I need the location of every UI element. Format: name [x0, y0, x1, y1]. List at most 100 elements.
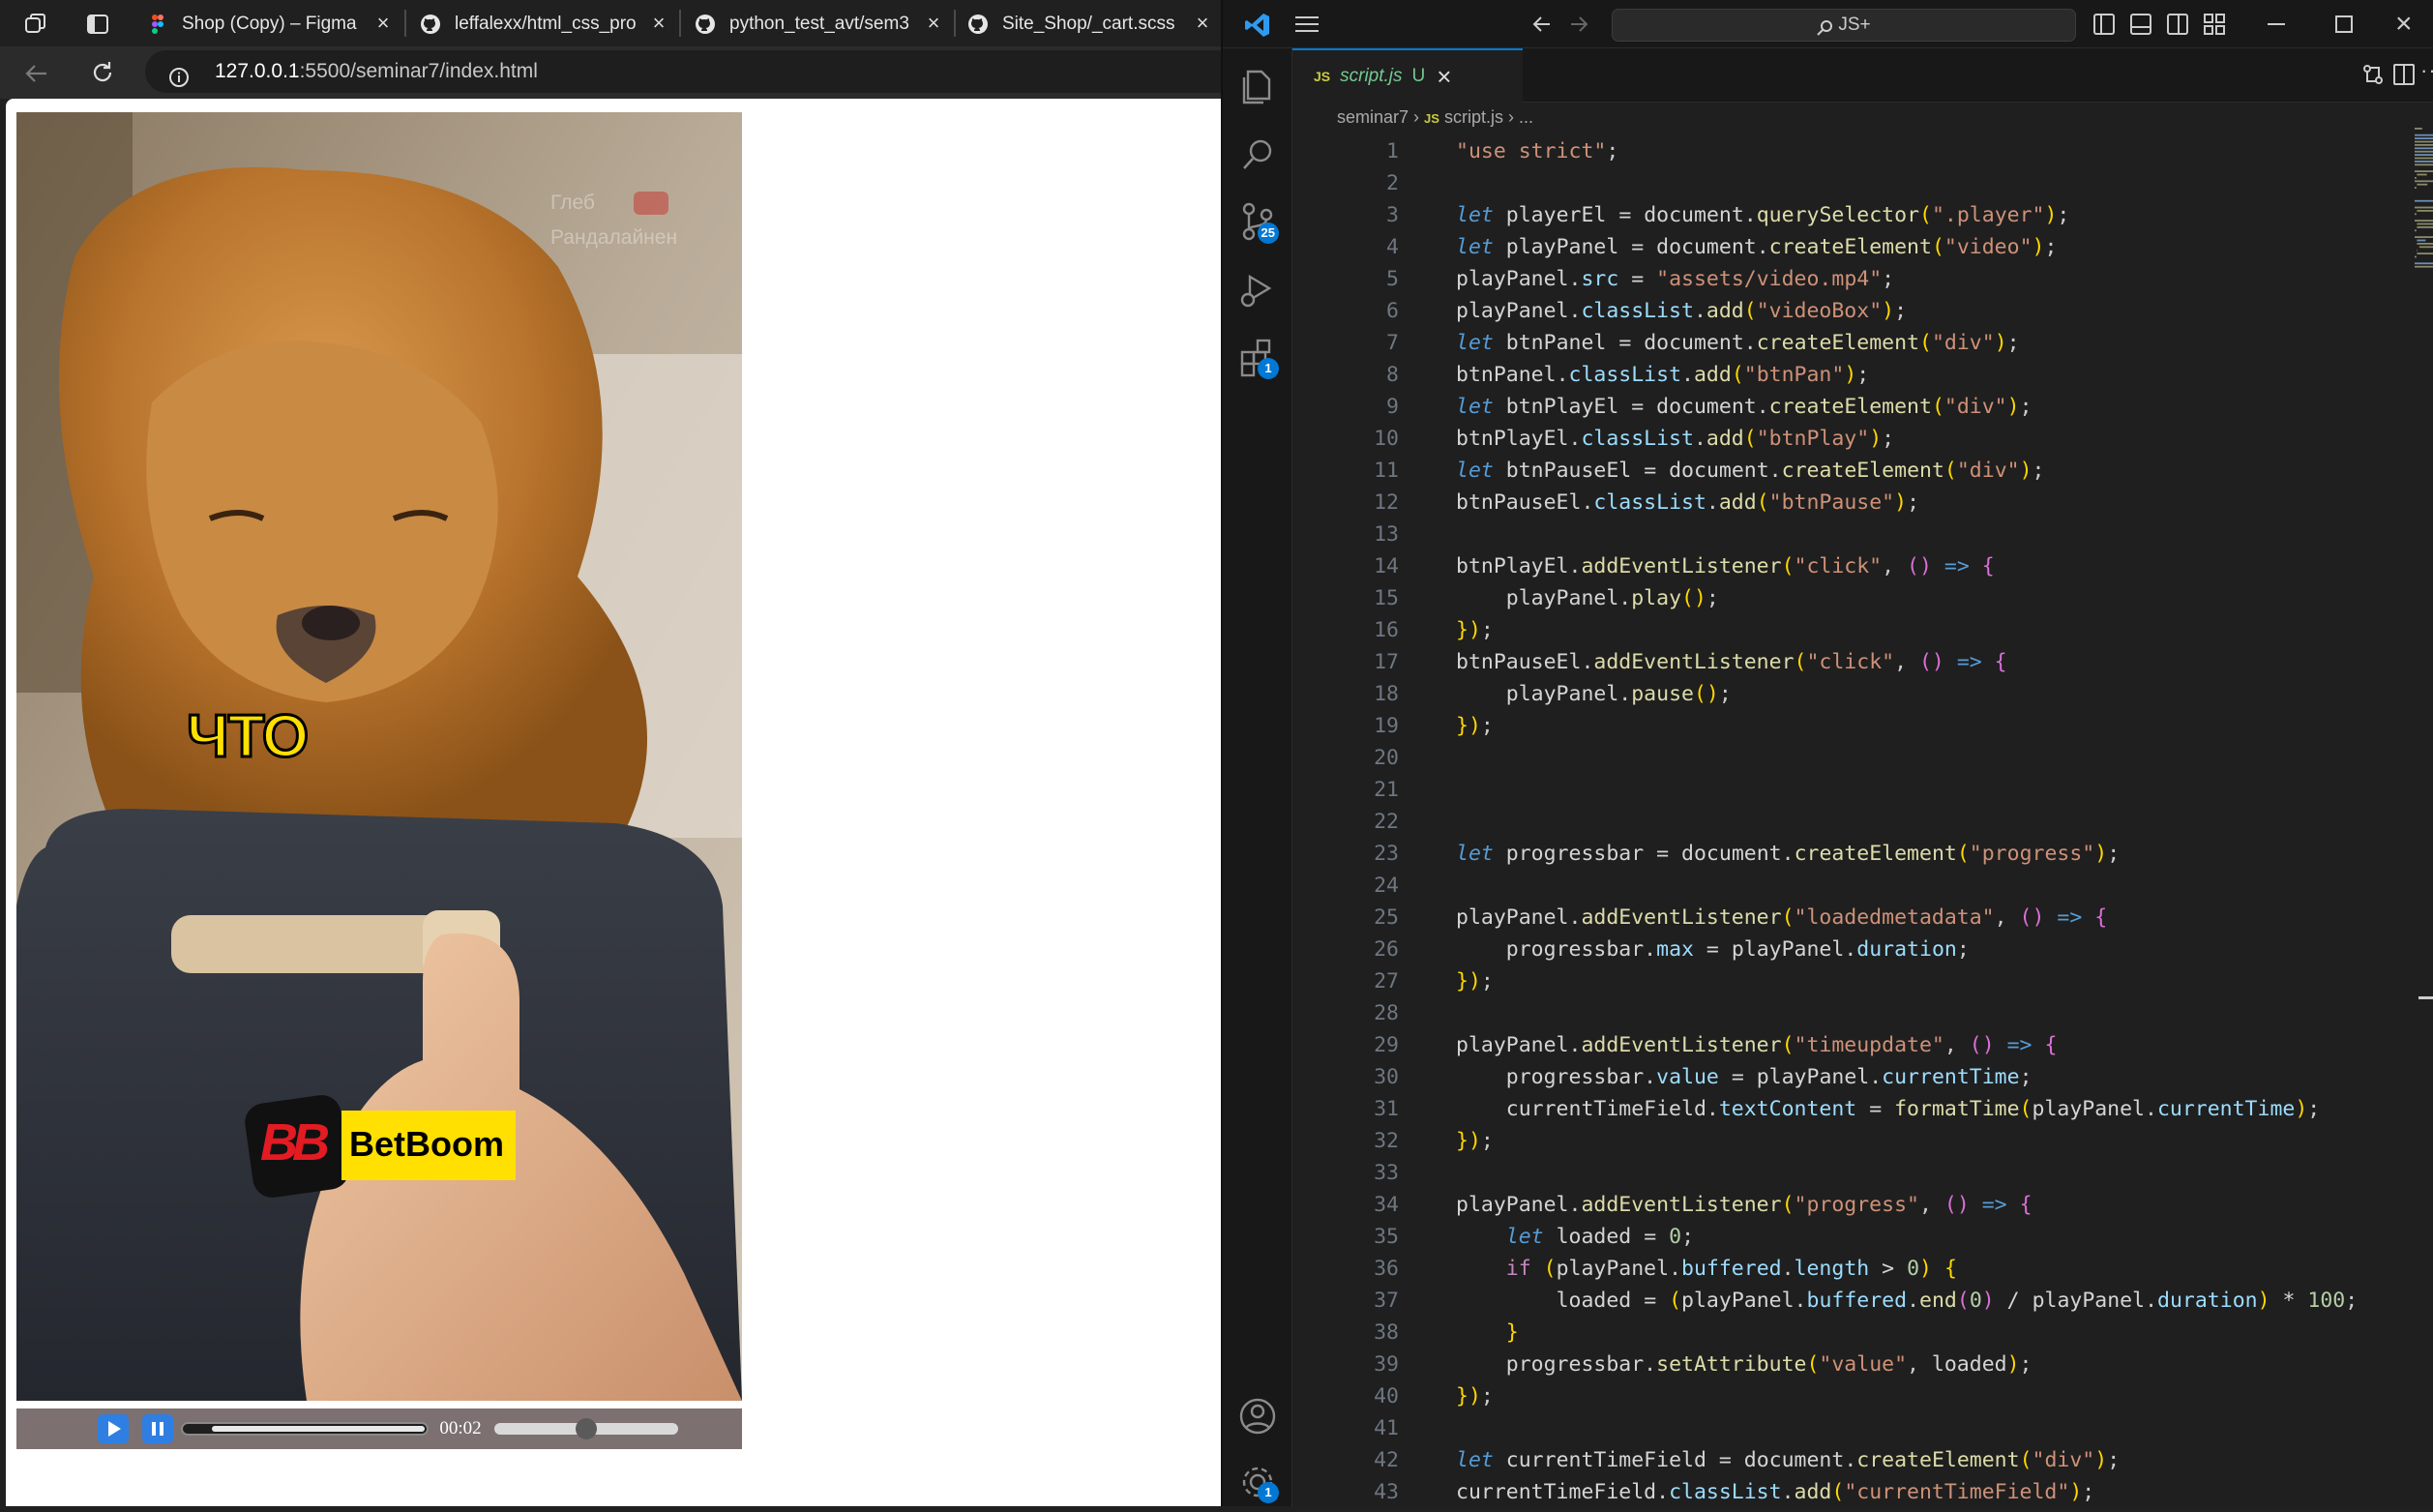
code-line[interactable]: let btnPlayEl = document.createElement("…: [1456, 391, 2032, 423]
channel-watermark: Глеб Рандалайнен: [550, 186, 677, 255]
nav-back-icon[interactable]: [1530, 13, 1554, 36]
tab-actions-icon[interactable]: [85, 12, 110, 37]
vscode-window: JS+ × 25 1 1 JS script.js U × · seminar7…: [1221, 0, 2433, 1506]
breadcrumb-file[interactable]: script.js: [1444, 107, 1503, 127]
breadcrumb-symbols[interactable]: ...: [1519, 107, 1533, 127]
code-line[interactable]: btnPlayEl.addEventListener("click", () =…: [1456, 550, 1995, 582]
line-number: 16: [1374, 618, 1399, 642]
code-line[interactable]: btnPauseEl.classList.add("btnPause");: [1456, 487, 1919, 519]
open-changes-icon[interactable]: [2362, 64, 2384, 85]
tab-script-js[interactable]: JS script.js U ×: [1292, 48, 1523, 103]
close-tab-icon[interactable]: ×: [648, 13, 669, 34]
minimap-line: [2417, 243, 2433, 245]
code-line[interactable]: let progressbar = document.createElement…: [1456, 838, 2120, 870]
pause-button[interactable]: [142, 1414, 173, 1443]
accounts-icon[interactable]: [1232, 1391, 1283, 1441]
line-number: 31: [1374, 1097, 1399, 1121]
reload-icon[interactable]: [89, 59, 116, 86]
nav-forward-icon[interactable]: [1567, 13, 1590, 36]
code-line[interactable]: playPanel.addEventListener("progress", (…: [1456, 1189, 2032, 1221]
code-line[interactable]: currentTimeField.classList.add("currentT…: [1456, 1476, 2094, 1508]
back-icon[interactable]: [23, 60, 50, 87]
code-line[interactable]: if (playPanel.buffered.length > 0) {: [1456, 1253, 1957, 1285]
line-number: 38: [1374, 1320, 1399, 1345]
browser-tab[interactable]: Site_Shop/_cart.scss ×: [967, 6, 1213, 43]
line-number: 23: [1374, 842, 1399, 866]
code-line[interactable]: "use strict";: [1456, 135, 1618, 167]
code-line[interactable]: playPanel.addEventListener("timeupdate",…: [1456, 1029, 2057, 1061]
code-line[interactable]: playPanel.classList.add("videoBox");: [1456, 295, 1907, 327]
close-tab-icon[interactable]: ×: [1192, 13, 1213, 34]
code-line[interactable]: let playPanel = document.createElement("…: [1456, 231, 2057, 263]
url-field[interactable]: 127.0.0.1:5500/seminar7/index.html: [145, 50, 1221, 93]
video-player[interactable]: ЧТО Глеб Рандалайнен BB BetBoom: [16, 112, 742, 1401]
browser-tab[interactable]: leffalexx/html_css_pro ×: [420, 6, 669, 43]
line-number: 19: [1374, 714, 1399, 738]
code-line[interactable]: let currentTimeField = document.createEl…: [1456, 1444, 2120, 1476]
toggle-secondary-sidebar-icon[interactable]: [2167, 14, 2188, 35]
line-number: 7: [1386, 331, 1399, 355]
split-editor-icon[interactable]: [2393, 64, 2415, 85]
code-line[interactable]: playPanel.src = "assets/video.mp4";: [1456, 263, 1894, 295]
code-line[interactable]: playPanel.pause();: [1456, 678, 1732, 710]
menu-icon[interactable]: [1294, 14, 1320, 35]
code-line[interactable]: loaded = (playPanel.buffered.end(0) / pl…: [1456, 1285, 2359, 1317]
toggle-panel-icon[interactable]: [2130, 14, 2151, 35]
maximize-icon[interactable]: [2335, 15, 2353, 33]
browser-tab[interactable]: Shop (Copy) – Figma ×: [147, 6, 394, 43]
minimap-line: [2415, 255, 2417, 258]
seek-slider[interactable]: [494, 1418, 678, 1439]
code-line[interactable]: currentTimeField.textContent = formatTim…: [1456, 1093, 2320, 1125]
code-line[interactable]: let playerEl = document.querySelector(".…: [1456, 199, 2069, 231]
github-icon: [420, 14, 441, 35]
command-center-search[interactable]: JS+: [1612, 9, 2076, 42]
minimap-line: [2417, 210, 2433, 212]
run-debug-icon[interactable]: [1232, 265, 1283, 315]
minimap-line: [2415, 147, 2433, 150]
source-control-icon[interactable]: 25: [1232, 197, 1283, 248]
breadcrumb-folder[interactable]: seminar7: [1337, 107, 1409, 127]
play-button[interactable]: [98, 1414, 129, 1443]
code-line[interactable]: let btnPanel = document.createElement("d…: [1456, 327, 2020, 359]
code-line[interactable]: });: [1456, 965, 1494, 997]
customize-layout-icon[interactable]: [2204, 14, 2225, 35]
workspaces-icon[interactable]: [23, 12, 48, 37]
code-line[interactable]: playPanel.play();: [1456, 582, 1719, 614]
minimap-line: [2415, 199, 2433, 202]
seek-thumb[interactable]: [576, 1418, 597, 1439]
line-number: 36: [1374, 1257, 1399, 1281]
browser-window: Shop (Copy) – Figma × leffalexx/html_css…: [0, 0, 1221, 1506]
explorer-icon[interactable]: [1232, 62, 1283, 112]
close-tab-icon[interactable]: ×: [923, 13, 944, 34]
code-line[interactable]: });: [1456, 1380, 1494, 1412]
code-line[interactable]: });: [1456, 614, 1494, 646]
code-line[interactable]: }: [1456, 1317, 1519, 1349]
youtube-icon: [634, 192, 668, 215]
settings-gear-icon[interactable]: 1: [1232, 1457, 1283, 1507]
code-line[interactable]: progressbar.value = playPanel.currentTim…: [1456, 1061, 2032, 1093]
close-window-icon[interactable]: ×: [2395, 10, 2418, 39]
tab-divider: [404, 10, 406, 37]
site-info-icon[interactable]: [168, 61, 190, 87]
code-line[interactable]: });: [1456, 710, 1494, 742]
code-line[interactable]: playPanel.addEventListener("loadedmetada…: [1456, 902, 2107, 934]
line-number: 10: [1374, 427, 1399, 451]
code-line[interactable]: btnPanel.classList.add("btnPan");: [1456, 359, 1869, 391]
code-line[interactable]: btnPlayEl.classList.add("btnPlay");: [1456, 423, 1894, 455]
extensions-icon[interactable]: 1: [1232, 333, 1283, 383]
code-line[interactable]: progressbar.setAttribute("value", loaded…: [1456, 1349, 2032, 1380]
minimize-icon[interactable]: [2268, 23, 2285, 25]
code-line[interactable]: });: [1456, 1125, 1494, 1157]
code-line[interactable]: let loaded = 0;: [1456, 1221, 1694, 1253]
close-tab-icon[interactable]: ×: [1437, 64, 1451, 89]
toggle-sidebar-icon[interactable]: [2093, 14, 2115, 35]
browser-tab[interactable]: python_test_avt/sem3 ×: [695, 6, 944, 43]
code-line[interactable]: btnPauseEl.addEventListener("click", () …: [1456, 646, 2007, 678]
code-line[interactable]: let btnPauseEl = document.createElement(…: [1456, 455, 2045, 487]
search-view-icon[interactable]: [1232, 130, 1283, 180]
close-tab-icon[interactable]: ×: [372, 13, 394, 34]
minimap[interactable]: [2413, 126, 2433, 281]
scrollbar-thumb[interactable]: [2418, 996, 2433, 999]
code-line[interactable]: progressbar.max = playPanel.duration;: [1456, 934, 1970, 965]
more-actions-icon[interactable]: ···: [2420, 58, 2433, 82]
